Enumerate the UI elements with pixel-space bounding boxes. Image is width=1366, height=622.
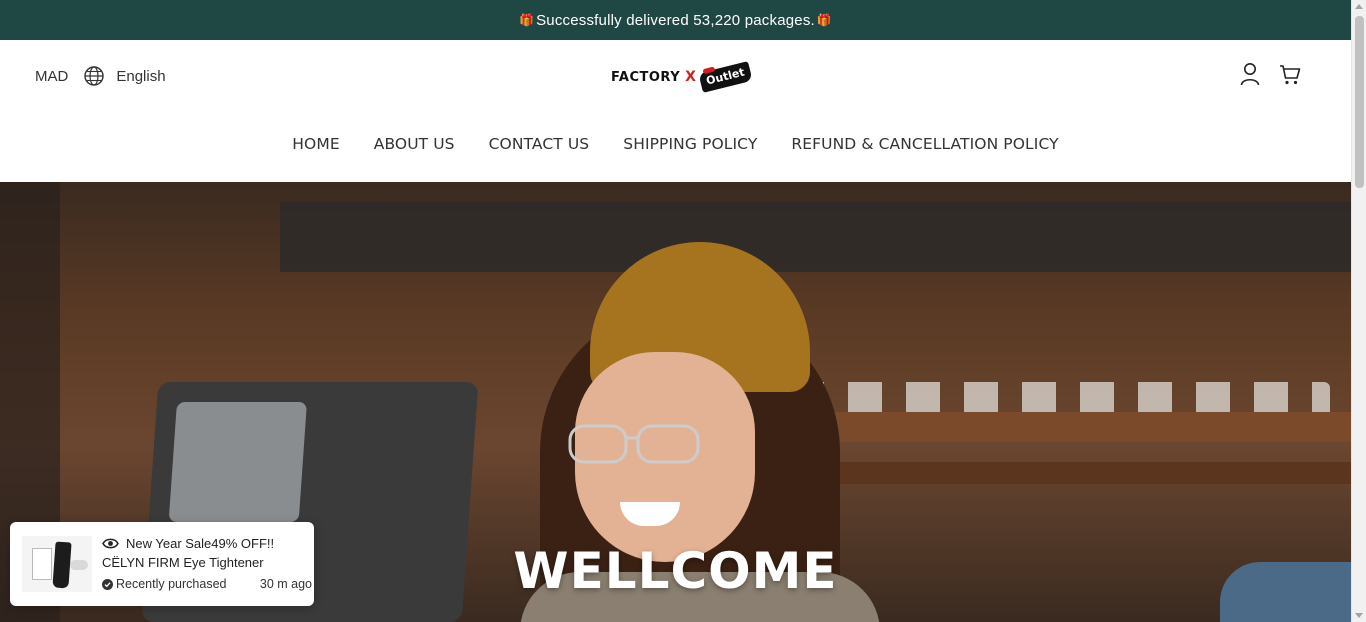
header-icons — [1239, 62, 1301, 86]
logo-word: FACTORY — [611, 69, 681, 85]
main-nav: HOME ABOUT US CONTACT US SHIPPING POLICY… — [0, 135, 1351, 153]
eye-icon — [102, 538, 119, 549]
language-selector[interactable]: English — [116, 68, 165, 85]
gift-icon: 🎁 — [518, 13, 535, 27]
gift-icon: 🎁 — [816, 13, 833, 27]
account-icon[interactable] — [1239, 62, 1261, 86]
popup-time: 30 m ago — [259, 577, 312, 591]
site-header: MAD English FACTORY X Outlet HOME ABOUT … — [0, 40, 1351, 182]
nav-contact-us[interactable]: CONTACT US — [472, 135, 607, 153]
sales-popup[interactable]: New Year Sale49% OFF!! CËLYN FIRM Eye Ti… — [10, 522, 314, 606]
logo-badge: Outlet — [698, 61, 753, 93]
popup-product-name[interactable]: CËLYN FIRM Eye Tightener — [102, 555, 264, 570]
popup-promo-line: New Year Sale49% OFF!! — [102, 536, 274, 551]
page-scrollbar[interactable] — [1351, 0, 1366, 622]
popup-status: Recently purchased — [116, 577, 227, 591]
announcement-bar: 🎁 Successfully delivered 53,220 packages… — [0, 0, 1351, 40]
nav-refund-policy[interactable]: REFUND & CANCELLATION POLICY — [774, 135, 1075, 153]
logo-x: X — [685, 69, 696, 85]
nav-about-us[interactable]: ABOUT US — [357, 135, 472, 153]
scroll-up-arrow[interactable] — [1355, 4, 1363, 9]
locale-selector[interactable]: MAD English — [35, 66, 166, 86]
globe-icon — [84, 66, 105, 86]
announcement-text: Successfully delivered 53,220 packages. — [536, 11, 815, 29]
cart-icon[interactable] — [1279, 62, 1301, 86]
product-thumbnail[interactable] — [22, 536, 92, 592]
check-circle-icon — [102, 578, 113, 590]
nav-shipping-policy[interactable]: SHIPPING POLICY — [606, 135, 774, 153]
scrollbar-thumb[interactable] — [1355, 16, 1364, 188]
currency-selector[interactable]: MAD — [35, 68, 68, 85]
scroll-down-arrow[interactable] — [1355, 613, 1363, 618]
popup-status-line: Recently purchased 30 m ago — [102, 577, 312, 591]
site-logo[interactable]: FACTORY X Outlet — [611, 61, 753, 93]
nav-home[interactable]: HOME — [275, 135, 356, 153]
popup-promo-text: New Year Sale49% OFF!! — [126, 536, 275, 551]
